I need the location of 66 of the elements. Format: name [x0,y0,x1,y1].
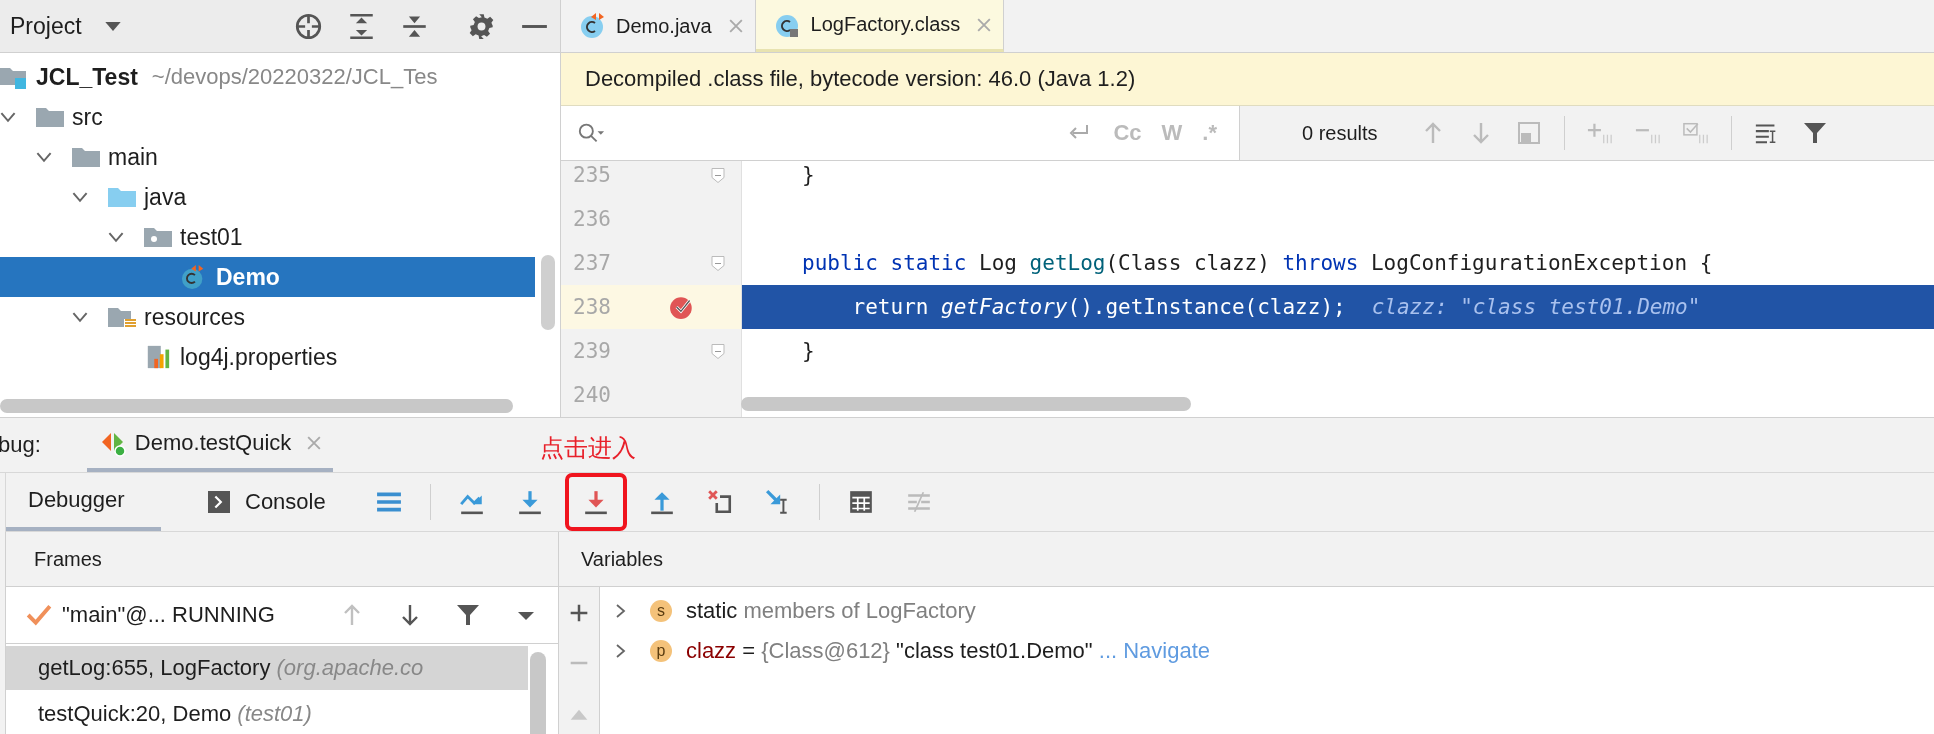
fold-marker-icon[interactable] [711,342,725,360]
force-step-into-icon[interactable] [582,489,609,515]
breakpoint-icon[interactable] [669,294,695,320]
thread-selector[interactable]: "main"@... RUNNING [6,587,558,644]
chevron-icon[interactable] [72,311,88,323]
variable-type-badge: s [650,600,672,622]
project-path: ~/devops/20220322/JCL_Tes [151,64,438,90]
tree-item[interactable]: log4j.properties [0,337,535,377]
tree-item[interactable]: src [0,97,535,137]
session-tab[interactable]: Demo.testQuick [86,418,334,472]
tree-item[interactable]: main [0,137,535,177]
expand-all-icon[interactable] [348,12,375,40]
debug-label: bug: [0,432,41,458]
code-line: } [802,163,815,187]
expand-chevron-icon[interactable] [616,604,626,618]
annotation-label: 点击进入 [540,433,636,463]
chevron-icon[interactable] [108,231,124,243]
fold-marker-icon[interactable] [711,254,725,272]
project-name[interactable]: JCL_Test [36,63,138,91]
chevron-icon[interactable] [72,191,88,203]
fold-marker-icon[interactable] [711,166,725,184]
variable-entry[interactable]: clazz = {Class@612} "class test01.Demo" ... Navigate [686,638,1211,664]
step-into-icon[interactable] [516,489,543,515]
horizontal-scrollbar[interactable] [0,399,513,413]
chevron-icon[interactable] [36,151,52,163]
calculator-icon[interactable] [847,489,874,515]
frames-title: Frames [34,547,102,571]
results-count: 0 results [1302,121,1378,145]
filter-icon[interactable] [1801,121,1828,145]
variables-title: Variables [581,547,663,571]
chevron-icon[interactable] [0,111,16,123]
code-line: public static Log getLog(Class clazz) throws LogConfigurationException { [802,251,1713,275]
check-icon [26,604,52,626]
settings-icon[interactable] [468,12,495,40]
line-number: 240 [573,383,612,407]
variable-entry[interactable]: static members of LogFactory [686,598,976,624]
line-number: 235 [573,163,612,187]
line-number: 237 [573,251,612,275]
variable-type-badge: p [650,640,672,662]
console-icon [207,491,231,513]
panel-title-dropdown[interactable]: Project [10,12,122,40]
expand-chevron-icon[interactable] [616,644,626,658]
line-number: 238 [573,295,612,319]
code-line: } [802,339,815,363]
tree-item[interactable]: Demo [0,257,535,297]
dropdown-caret-icon [103,20,122,32]
vertical-scrollbar[interactable] [541,255,555,330]
locate-icon[interactable] [295,12,322,40]
add-watch-icon[interactable] [569,603,589,623]
line-number: 239 [573,339,612,363]
stack-frame[interactable]: getLog:655, LogFactory (org.apache.co [6,646,528,690]
search-icon [577,121,605,145]
tree-item[interactable]: java [0,177,535,217]
editor-tab[interactable]: Demo.java [561,0,756,52]
debugger-tab[interactable]: Debugger [6,473,161,531]
tree-item[interactable]: test01 [0,217,535,257]
editor-tab[interactable]: LogFactory.class [755,0,1005,52]
horizontal-scrollbar[interactable] [741,397,1191,411]
decompiled-notice: Decompiled .class file, bytecode version: 46.0 (Java 1.2) [561,53,1934,106]
stack-frame[interactable]: testQuick:20, Demo (test01) [6,692,528,734]
tree-item[interactable]: resources [0,297,535,337]
debugger-tab[interactable]: Console [185,473,348,531]
filter-icon[interactable] [456,603,480,627]
current-code-line: return getFactory().getInstance(clazz); clazz: "class test01.Demo" [851,295,1701,319]
drop-frame-icon[interactable] [706,489,733,515]
line-number: 236 [573,207,612,231]
